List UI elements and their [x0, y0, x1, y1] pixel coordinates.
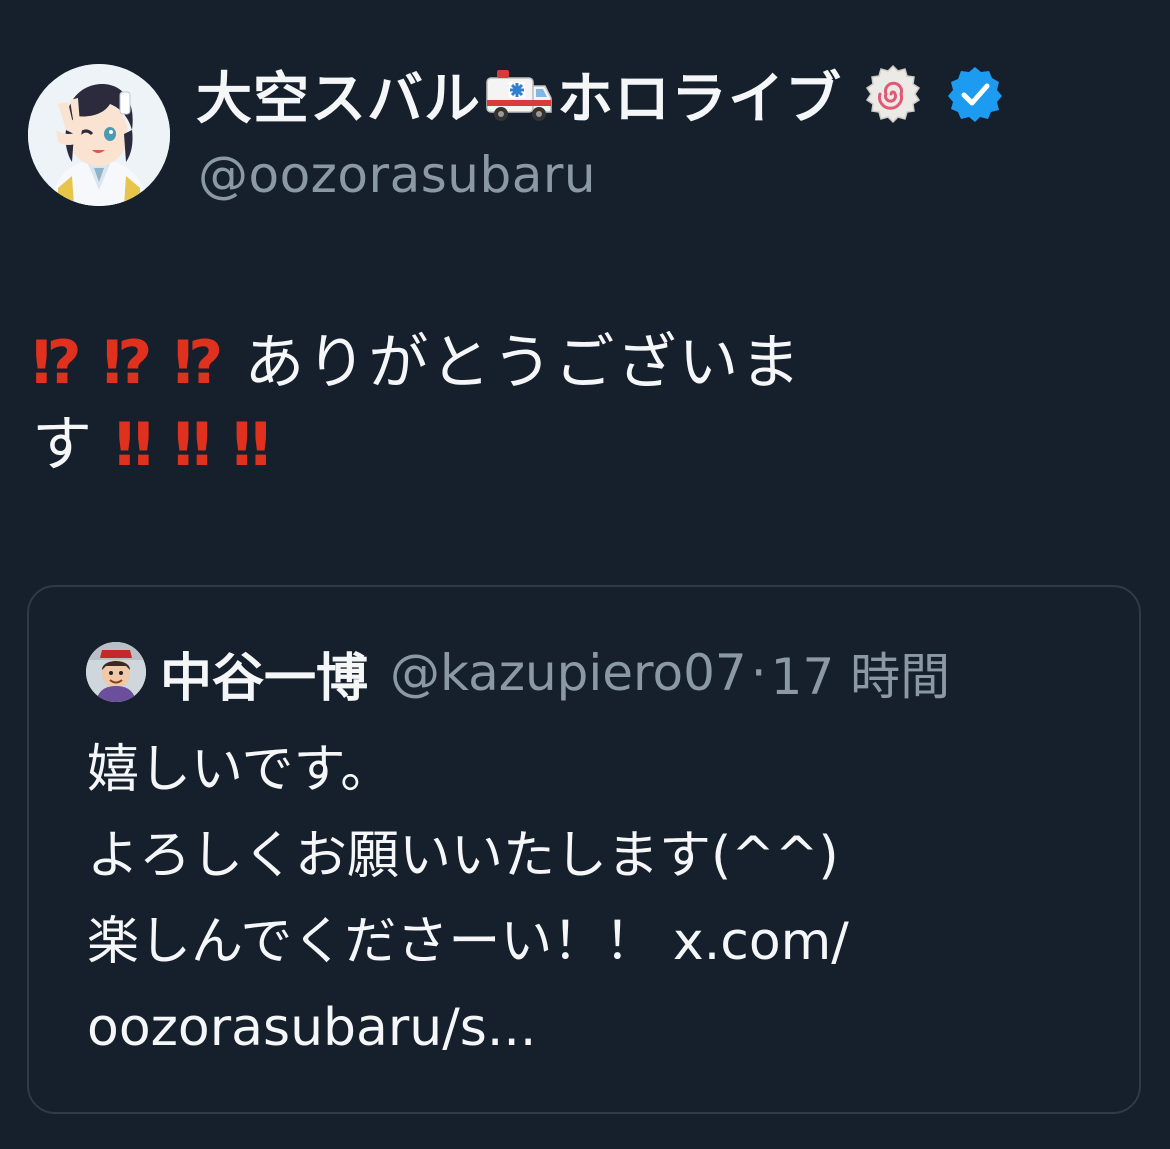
author-handle[interactable]: @oozorasubaru	[198, 146, 596, 204]
double-exclamation-emoji-1: ‼	[115, 410, 153, 480]
quoted-author-avatar[interactable]	[86, 642, 146, 702]
quoted-author-name[interactable]: 中谷一博	[160, 636, 368, 711]
author-avatar[interactable]	[28, 64, 170, 206]
author-name-row[interactable]: 大空スバル ホロライブ	[196, 56, 1004, 132]
interrobang-emoji-3: ⁉	[173, 328, 224, 398]
author-display-name[interactable]: 大空スバル	[196, 54, 481, 135]
interrobang-emoji-1: ⁉	[32, 328, 82, 398]
author-display-name-suffix[interactable]: ホロライブ	[557, 54, 842, 135]
avatar-image	[28, 64, 170, 206]
quoted-author-handle[interactable]: @kazupiero07	[390, 644, 747, 702]
quoted-text-line: よろしくお願いいたします(^^)	[87, 826, 839, 886]
quoted-avatar-image	[86, 642, 146, 702]
ambulance-emoji-icon	[486, 70, 552, 121]
quoted-separator: ·	[750, 644, 767, 702]
tweet-text: ⁉ ⁉ ⁉ ありがとうございま す ‼ ‼ ‼	[32, 322, 912, 486]
tweet[interactable]: 大空スバル ホロライブ @oozorasubaru ⁉ ⁉ ⁉ ありがとうござい…	[0, 0, 1170, 1149]
quoted-tweet-text: 嬉しいです。 よろしくお願いいたします(^^) 楽しんでくださーい！！ x.co…	[87, 727, 1087, 1071]
interrobang-emoji-2: ⁉	[102, 328, 153, 398]
tweet-text-line1: ありがとうございま	[244, 328, 803, 398]
quoted-timestamp[interactable]: 17 時間	[771, 637, 951, 709]
quoted-header[interactable]: 中谷一博 @kazupiero07 · 17 時間	[160, 637, 951, 709]
quoted-text-line: 嬉しいです。	[87, 740, 393, 800]
double-exclamation-emoji-3: ‼	[232, 410, 271, 480]
verified-icon[interactable]	[946, 65, 1004, 123]
tweet-text-line2: す	[32, 410, 94, 480]
quoted-text-line: 楽しんでくださーい！！ x.com/	[87, 912, 849, 972]
double-exclamation-emoji-2: ‼	[173, 410, 212, 480]
quoted-tweet-card[interactable]: 中谷一博 @kazupiero07 · 17 時間 嬉しいです。 よろしくお願い…	[27, 585, 1141, 1114]
quoted-text-line: oozorasubaru/s...	[87, 998, 537, 1058]
naruto-fish-cake-icon	[865, 64, 921, 124]
